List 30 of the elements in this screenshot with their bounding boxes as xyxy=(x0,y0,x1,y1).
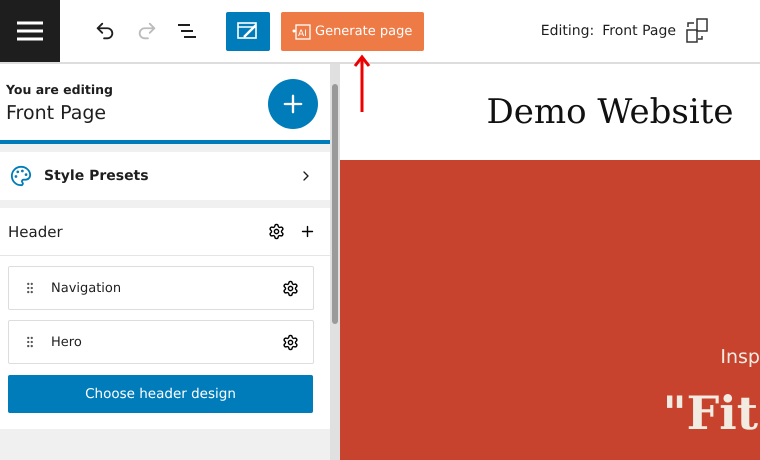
settings-icon[interactable] xyxy=(268,223,285,240)
list-view-icon xyxy=(176,22,198,40)
window-brush-icon xyxy=(236,20,260,42)
header-block-item[interactable]: Navigation xyxy=(8,266,314,310)
block-label: Hero xyxy=(51,334,83,350)
page-title: Front Page xyxy=(6,102,108,124)
settings-icon[interactable] xyxy=(282,280,299,296)
style-presets-row[interactable]: Style Presets xyxy=(0,152,330,200)
hero-heading: "Fit xyxy=(662,386,758,440)
switch-page-icon[interactable] xyxy=(684,17,710,45)
settings-icon[interactable] xyxy=(282,334,299,350)
scrollbar[interactable] xyxy=(330,64,340,460)
menu-button[interactable] xyxy=(0,0,60,62)
style-editor-button[interactable] xyxy=(226,12,270,50)
site-title: Demo Website xyxy=(486,92,734,132)
editing-caption: You are editing xyxy=(6,82,113,97)
block-label: Navigation xyxy=(51,280,122,296)
palette-icon xyxy=(10,165,32,187)
annotation-arrow xyxy=(353,54,371,114)
header-block-item[interactable]: Hero xyxy=(8,320,314,364)
editing-label: Editing: xyxy=(540,23,594,39)
add-icon[interactable] xyxy=(299,223,316,240)
choose-header-design-button[interactable]: Choose header design xyxy=(8,375,313,413)
editing-page-name: Front Page xyxy=(602,23,676,39)
add-button[interactable] xyxy=(268,79,318,129)
section-title: Header xyxy=(8,222,64,240)
menu-icon xyxy=(17,21,43,41)
undo-icon xyxy=(94,20,116,42)
hero-kicker-text: Insp xyxy=(720,346,760,368)
redo-icon xyxy=(136,20,158,42)
